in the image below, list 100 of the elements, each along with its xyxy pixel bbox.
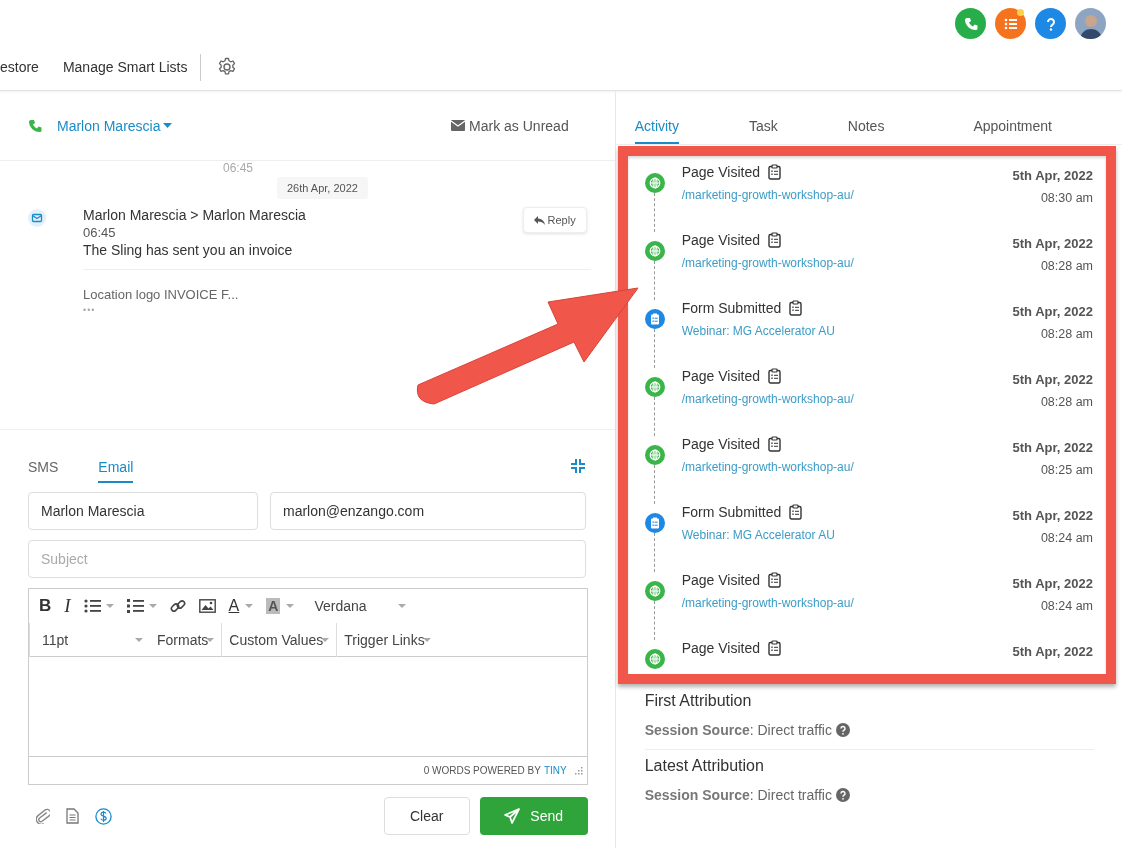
activity-time: 08:24 am — [1039, 531, 1093, 545]
text-color-button[interactable]: A — [228, 597, 240, 615]
help-icon[interactable] — [835, 723, 850, 737]
clipboard-icon[interactable] — [768, 640, 782, 656]
activity-title: Form Submitted — [681, 504, 782, 520]
message-sender: Marlon Marescia > Marlon Marescia — [83, 207, 306, 223]
session-source: Session Source: Direct traffic — [644, 722, 832, 738]
activity-title: Page Visited — [681, 436, 761, 452]
mark-unread-button[interactable]: Mark as Unread — [451, 117, 569, 134]
activity-tab[interactable]: Activity — [634, 110, 679, 144]
nav-link[interactable]: estore — [0, 59, 39, 75]
activity-title: Page Visited — [681, 368, 761, 384]
attribution-title: Latest Attribution — [644, 757, 765, 775]
subject-field[interactable]: Subject — [28, 540, 586, 578]
activity-time: 08:28 am — [1039, 395, 1093, 409]
phone-icon — [963, 16, 978, 31]
caret-icon — [398, 604, 407, 608]
font-dropdown[interactable]: Verdana — [307, 589, 414, 623]
globe-icon — [644, 173, 665, 193]
activity-date: 5th Apr, 2022 — [1012, 507, 1093, 523]
globe-icon — [644, 581, 665, 601]
clipboard-icon[interactable] — [789, 300, 803, 316]
attribution-title: First Attribution — [644, 692, 753, 710]
bullet-list-icon[interactable] — [83, 598, 114, 614]
timestamp: 06:45 — [222, 161, 255, 177]
channel-tab[interactable]: Email — [98, 449, 134, 483]
phone-icon[interactable] — [28, 118, 42, 133]
resize-handle-icon — [574, 766, 583, 775]
activity-title: Page Visited — [681, 232, 761, 248]
activity-time: 08:24 am — [1039, 599, 1093, 613]
activity-date: 5th Apr, 2022 — [1012, 235, 1093, 251]
session-source: Session Source: Direct traffic — [644, 787, 832, 803]
caret-icon — [163, 122, 173, 129]
numbered-list-icon[interactable] — [126, 598, 157, 614]
activity-date: 5th Apr, 2022 — [1012, 643, 1093, 659]
nav-link[interactable]: Manage Smart Lists — [62, 59, 188, 75]
clipboard-icon[interactable] — [768, 368, 782, 384]
activity-tab[interactable]: Notes — [847, 110, 885, 144]
clear-button[interactable]: Clear — [383, 797, 470, 835]
globe-icon — [644, 241, 665, 261]
font-size-dropdown[interactable]: 11pt — [29, 622, 150, 657]
italic-button[interactable]: I — [64, 595, 71, 617]
activity-title: Page Visited — [681, 164, 761, 180]
reply-button[interactable]: Reply — [522, 207, 587, 233]
dollar-icon[interactable] — [95, 807, 112, 825]
toolbar-menu[interactable]: Trigger Links — [337, 622, 438, 657]
clipboard-icon[interactable] — [768, 572, 782, 588]
activity-title: Page Visited — [681, 640, 761, 656]
activity-date: 5th Apr, 2022 — [1012, 439, 1093, 455]
caret-icon — [286, 604, 295, 608]
tiny-link[interactable]: TINY — [543, 765, 567, 776]
help-button[interactable] — [1035, 8, 1066, 39]
clipboard-icon[interactable] — [768, 436, 782, 452]
image-icon[interactable] — [198, 599, 216, 613]
help-icon[interactable] — [835, 788, 850, 802]
activity-date: 5th Apr, 2022 — [1012, 167, 1093, 183]
message-preview: Location logo INVOICE F... — [83, 287, 240, 302]
name-field[interactable]: Marlon Marescia — [28, 492, 258, 530]
caret-icon — [245, 604, 254, 608]
bold-button[interactable]: B — [39, 596, 52, 616]
clipboard-icon[interactable] — [768, 164, 782, 180]
activity-time: 08:30 am — [1039, 191, 1093, 205]
envelope-icon — [28, 209, 46, 227]
channel-tab[interactable]: SMS — [28, 449, 59, 483]
collapse-icon[interactable] — [569, 458, 586, 474]
clipboard-icon[interactable] — [768, 232, 782, 248]
activity-tab[interactable]: Task — [749, 110, 778, 144]
envelope-icon — [451, 120, 466, 131]
settings-icon[interactable] — [217, 57, 238, 77]
paperclip-icon[interactable] — [36, 808, 50, 824]
message-subject: The Sling has sent you an invoice — [83, 242, 591, 270]
activity-date: 5th Apr, 2022 — [1012, 371, 1093, 387]
list-icon — [1003, 16, 1018, 31]
caret-icon — [206, 637, 215, 642]
background-color-button[interactable]: A — [266, 598, 281, 614]
globe-icon — [644, 649, 665, 669]
activity-date: 5th Apr, 2022 — [1012, 303, 1093, 319]
globe-icon — [644, 377, 665, 397]
activity-time: 08:25 am — [1039, 463, 1093, 477]
activity-date: 5th Apr, 2022 — [1012, 575, 1093, 591]
toolbar-menu[interactable]: Custom Values — [222, 622, 338, 657]
toolbar-menu[interactable]: Formats — [150, 622, 223, 657]
paper-plane-icon — [504, 808, 521, 824]
activity-title: Page Visited — [681, 572, 761, 588]
tasks-button[interactable] — [995, 8, 1026, 39]
caret-icon — [135, 637, 143, 642]
globe-icon — [644, 445, 665, 465]
document-icon[interactable] — [66, 808, 79, 824]
activity-time: 08:28 am — [1039, 327, 1093, 341]
activity-title: Form Submitted — [681, 300, 782, 316]
user-avatar[interactable] — [1075, 8, 1106, 39]
word-count: 0 WORDS POWERED BY — [423, 765, 541, 776]
link-icon[interactable] — [169, 598, 186, 614]
phone-button[interactable] — [955, 8, 986, 39]
clipboard-icon[interactable] — [789, 504, 803, 520]
date-chip: 26th Apr, 2022 — [277, 177, 368, 199]
contact-dropdown[interactable]: Marlon Marescia — [57, 117, 173, 134]
activity-time: 08:28 am — [1039, 259, 1093, 273]
email-field[interactable]: marlon@enzango.com — [270, 492, 586, 530]
activity-tab[interactable]: Appointment — [973, 110, 1052, 144]
